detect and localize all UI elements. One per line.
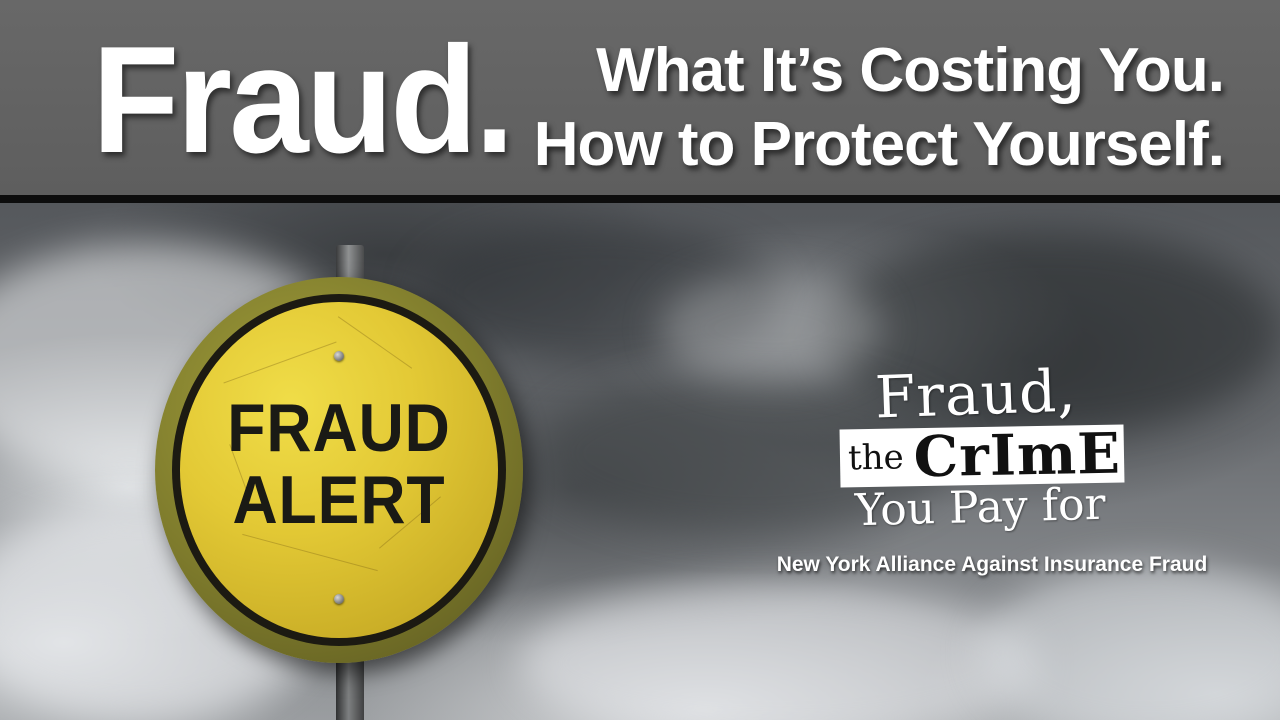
subheadline-line-1: What It’s Costing You. (596, 36, 1225, 105)
header-divider (0, 195, 1280, 203)
logo-the: the (847, 437, 905, 479)
logo-crime: CrImE (913, 420, 1122, 491)
header-band: Fraud. What It’s Costing You. How to Pro… (0, 0, 1280, 195)
sign-text-line-2: ALERT (232, 462, 446, 538)
subheadline: What It’s Costing You. How to Protect Yo… (533, 34, 1225, 182)
subheadline-line-2: How to Protect Yourself. (533, 110, 1225, 179)
fraud-crime-logo: Fraud, the CrImE You Pay for (830, 356, 1130, 537)
sign-bolt-bottom-icon (334, 594, 344, 604)
logo-band: the CrImE (839, 420, 1125, 491)
sign-bolt-top-icon (334, 351, 344, 361)
sign-text-line-1: FRAUD (227, 390, 451, 466)
sign-pole-bottom (336, 655, 364, 720)
slide: Fraud. What It’s Costing You. How to Pro… (0, 0, 1280, 720)
logo-line-1: Fraud, (873, 356, 1078, 432)
headline: Fraud. (92, 15, 515, 185)
logo-line-3: You Pay for (854, 478, 1107, 537)
organization-name: New York Alliance Against Insurance Frau… (776, 553, 1208, 576)
